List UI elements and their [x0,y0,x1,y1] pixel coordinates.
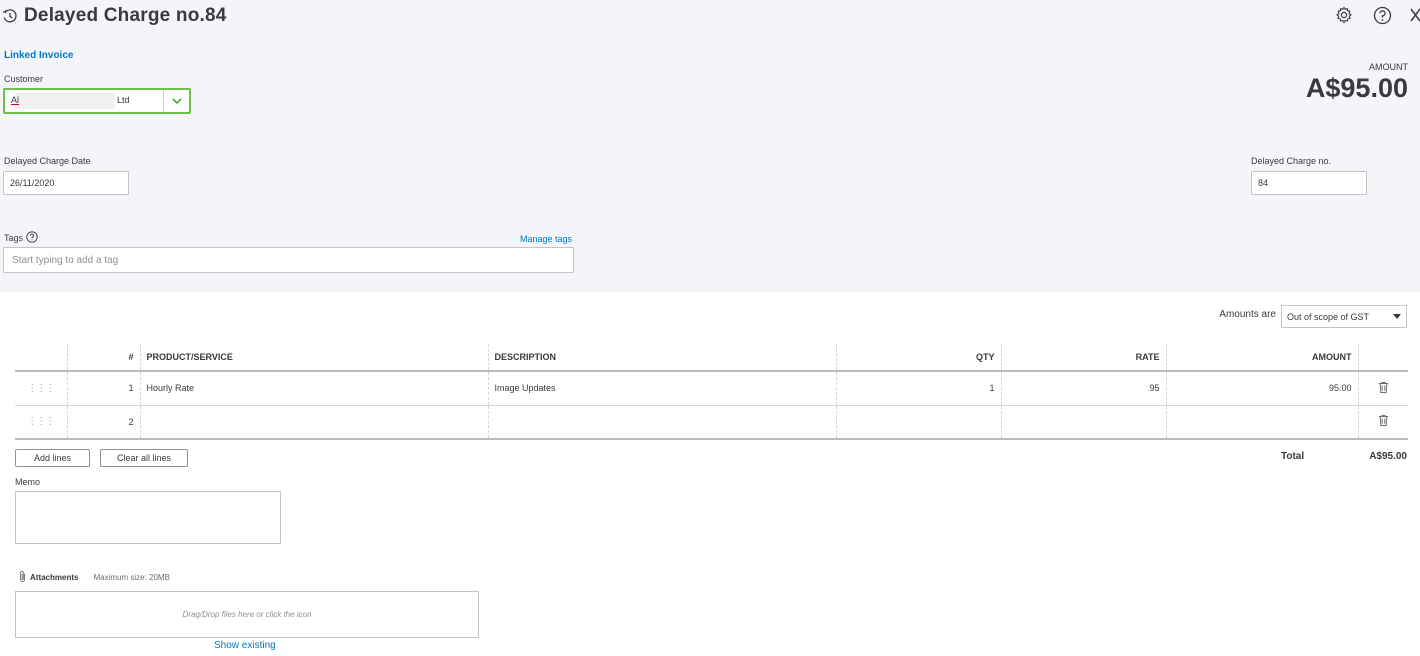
amounts-are-value: Out of scope of GST [1287,311,1370,322]
tags-label: Tags [4,233,24,243]
row-description[interactable] [487,405,836,440]
row-qty[interactable]: 1 [835,371,1001,406]
tag-input[interactable]: Start typing to add a tag [3,247,574,273]
row-amount[interactable] [1165,405,1358,440]
charge-date-label: Delayed Charge Date [4,156,91,166]
charge-no-label: Delayed Charge no. [1251,156,1332,166]
amounts-are-label: Amounts are [1219,309,1276,320]
row-product[interactable] [139,405,488,440]
customer-value-end: Ltd [117,95,130,105]
attachments-max-size: Maximum size: 20MB [93,573,170,582]
total-value: A$95.00 [1369,451,1407,462]
gear-icon[interactable] [1334,5,1354,25]
customer-combobox[interactable]: Al Ltd [3,88,191,114]
customer-label: Customer [4,74,44,84]
charge-date-input[interactable]: 26/11/2020 [3,171,129,195]
paperclip-icon[interactable] [18,570,27,585]
header-description: DESCRIPTION [487,344,836,372]
charge-no-input[interactable]: 84 [1251,171,1367,195]
amount-label: AMOUNT [1369,62,1408,72]
close-icon[interactable] [1410,5,1420,25]
chevron-down-icon[interactable] [163,90,189,112]
header-delete [1357,344,1408,372]
drag-handle-icon[interactable]: ⋮⋮⋮ [15,371,67,406]
attachments-title: Attachments [30,573,79,582]
redacted-mask [15,93,115,109]
attachments-dropzone[interactable]: Drag/Drop files here or click the icon [15,591,479,638]
history-icon[interactable] [2,8,18,24]
total-label: Total [1281,451,1305,462]
manage-tags-link[interactable]: Manage tags [520,234,572,244]
page-title: Delayed Charge no.84 [24,5,227,26]
amount-value: A$95.00 [1305,73,1408,103]
trash-icon[interactable] [1357,405,1408,440]
clear-all-lines-button[interactable]: Clear all lines [100,449,188,467]
table-row[interactable]: ⋮⋮⋮ 1 Hourly Rate Image Updates 1 95 95.… [15,371,1408,406]
row-num: 2 [66,405,140,440]
row-description[interactable]: Image Updates [487,371,836,406]
top-icons [1316,5,1420,25]
line-items-table: # PRODUCT/SERVICE DESCRIPTION QTY RATE A… [15,344,1408,440]
memo-label: Memo [15,477,41,487]
header-product: PRODUCT/SERVICE [139,344,488,372]
tags-label-row: Tags [4,231,38,245]
header-drag [15,344,67,372]
header-rate: RATE [1000,344,1166,372]
customer-value-start: Al [11,95,20,105]
table-header-row: # PRODUCT/SERVICE DESCRIPTION QTY RATE A… [15,344,1408,372]
show-existing-link[interactable]: Show existing [214,640,276,651]
caret-down-icon [1393,314,1401,319]
customer-input[interactable]: Al Ltd [5,90,163,112]
drag-handle-icon[interactable]: ⋮⋮⋮ [15,405,67,440]
row-product[interactable]: Hourly Rate [139,371,488,406]
help-icon[interactable] [1372,5,1392,25]
trash-icon[interactable] [1357,371,1408,406]
row-qty[interactable] [835,405,1001,440]
help-icon[interactable] [26,231,38,245]
title-row: Delayed Charge no.84 [0,4,227,28]
header-amount: AMOUNT [1165,344,1358,372]
row-amount[interactable]: 95.00 [1165,371,1358,406]
row-rate[interactable]: 95 [1000,371,1166,406]
row-rate[interactable] [1000,405,1166,440]
linked-invoice-link[interactable]: Linked Invoice [4,50,73,61]
memo-textarea[interactable] [15,491,281,544]
header-qty: QTY [835,344,1001,372]
amounts-are-select[interactable]: Out of scope of GST [1281,305,1407,328]
row-num: 1 [66,371,140,406]
header-num: # [66,344,140,372]
table-row[interactable]: ⋮⋮⋮ 2 [15,405,1408,440]
add-lines-button[interactable]: Add lines [15,449,90,467]
attachments-row: Attachments Maximum size: 20MB [18,570,170,585]
